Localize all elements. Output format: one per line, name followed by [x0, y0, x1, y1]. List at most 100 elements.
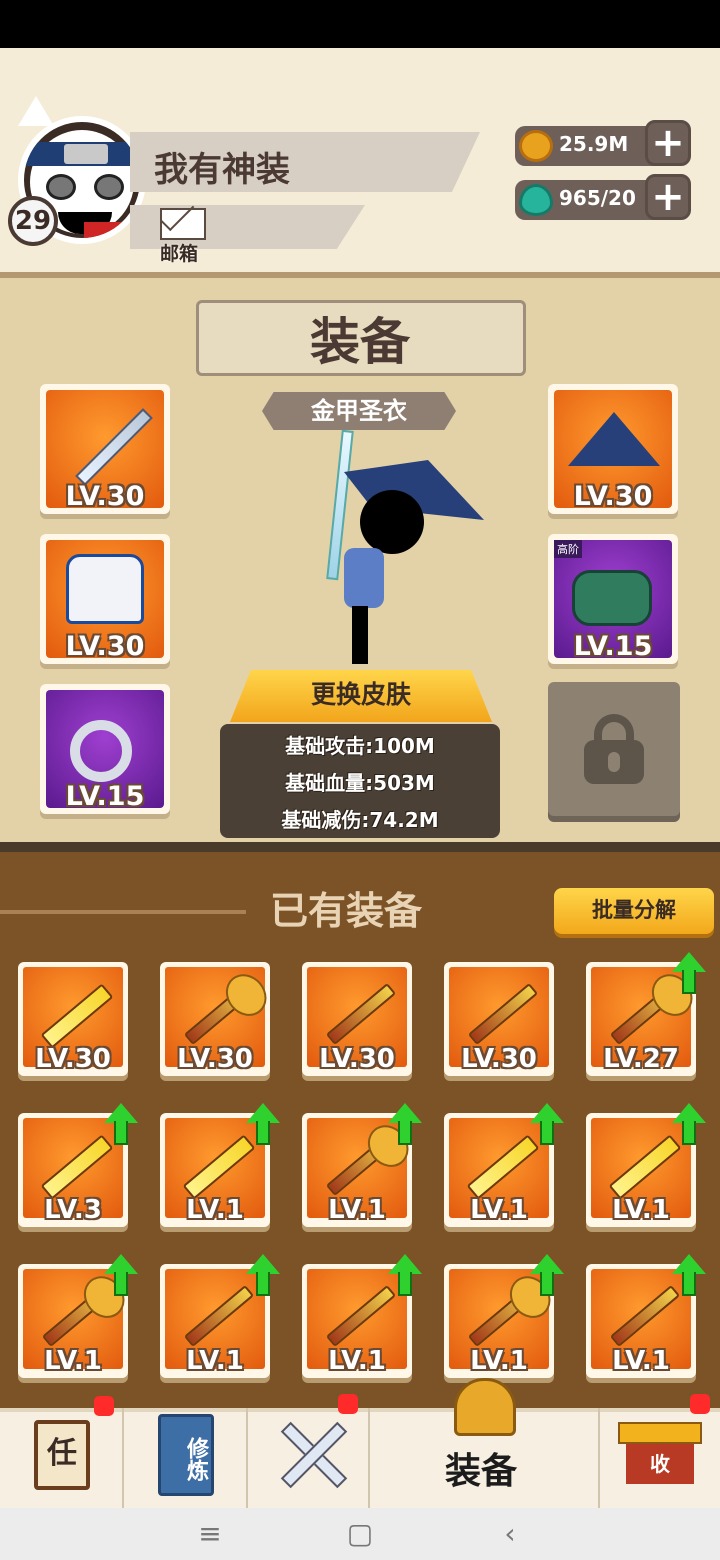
inventory-item[interactable]: LV.30: [302, 962, 412, 1076]
ring-icon: [70, 720, 132, 782]
add-gem-button[interactable]: +: [645, 174, 691, 220]
equipment-title: 装备: [310, 313, 410, 371]
item-level: LV.30: [461, 1044, 537, 1074]
nav-collect[interactable]: 收: [600, 1408, 720, 1508]
item-level: LV.1: [470, 1346, 528, 1376]
inventory-item[interactable]: LV.1: [302, 1103, 422, 1227]
ring-level: LV.15: [65, 781, 145, 812]
sword-icon: [75, 408, 153, 486]
nav-equipment-label: 装备: [445, 1451, 518, 1492]
inventory-item[interactable]: LV.1: [586, 1254, 706, 1378]
stat-damage-reduction: 基础减伤:74.2M: [281, 808, 439, 832]
bracer-icon: [572, 570, 652, 626]
item-level: LV.30: [35, 1044, 111, 1074]
skin-name: 金甲圣衣: [311, 397, 407, 425]
saber-icon: [466, 1134, 540, 1200]
inventory-item[interactable]: LV.1: [444, 1254, 564, 1378]
armor-slot[interactable]: LV.30: [40, 534, 170, 664]
upgrade-arrow-icon: [672, 1254, 706, 1298]
collect-icon: 收: [626, 1444, 694, 1484]
stat-hp: 基础血量:503M: [285, 771, 435, 795]
upgrade-arrow-icon: [246, 1254, 280, 1298]
divider: [0, 910, 246, 914]
inventory-item[interactable]: LV.1: [160, 1103, 280, 1227]
menu-icon[interactable]: ≡: [190, 1516, 230, 1552]
upgrade-arrow-icon: [246, 1103, 280, 1147]
change-skin-label: 更换皮肤: [310, 680, 411, 709]
high-tier-tag: 高阶: [554, 540, 582, 558]
item-level: LV.1: [612, 1346, 670, 1376]
inventory-item[interactable]: LV.1: [18, 1254, 138, 1378]
hat-slot[interactable]: LV.30: [548, 384, 678, 514]
add-gold-button[interactable]: +: [645, 120, 691, 166]
armor-icon: [66, 554, 144, 624]
upgrade-arrow-icon: [388, 1254, 422, 1298]
lock-icon: [584, 714, 644, 784]
inventory-item[interactable]: LV.1: [302, 1254, 422, 1378]
armor-level: LV.30: [65, 631, 145, 662]
hair-tuft: [18, 96, 54, 126]
item-level: LV.1: [186, 1195, 244, 1225]
item-level: LV.1: [44, 1346, 102, 1376]
weapon-level: LV.30: [65, 481, 145, 512]
inventory-item[interactable]: LV.30: [160, 962, 270, 1076]
upgrade-arrow-icon: [530, 1254, 564, 1298]
nav-tasks[interactable]: 任: [0, 1408, 124, 1508]
inventory-item[interactable]: LV.1: [160, 1254, 280, 1378]
collect-notification-dot: [690, 1394, 710, 1414]
bulk-dismantle-label: 批量分解: [592, 898, 676, 922]
item-level: LV.1: [328, 1346, 386, 1376]
nav-battle[interactable]: [248, 1408, 370, 1508]
item-level: LV.1: [470, 1195, 528, 1225]
inventory-item[interactable]: LV.3: [18, 1103, 138, 1227]
mace-icon: [609, 982, 681, 1046]
spear-icon: [325, 1284, 397, 1348]
inventory-item[interactable]: LV.1: [444, 1103, 564, 1227]
mace-icon: [325, 1133, 397, 1197]
hat-level: LV.30: [573, 481, 653, 512]
item-level: LV.27: [603, 1044, 679, 1074]
saber-icon: [40, 1134, 114, 1200]
gold-counter: 25.9M +: [515, 120, 691, 166]
hero-character: [320, 429, 484, 670]
nav-cultivate[interactable]: 修炼: [124, 1408, 248, 1508]
battle-notification-dot: [338, 1394, 358, 1414]
inventory-item[interactable]: LV.1: [586, 1103, 706, 1227]
straw-hat-icon: [568, 412, 660, 466]
mace-icon: [41, 1284, 113, 1348]
bracer-level: LV.15: [573, 631, 653, 662]
item-level: LV.1: [328, 1195, 386, 1225]
spear-icon: [467, 982, 539, 1046]
upgrade-arrow-icon: [104, 1254, 138, 1298]
weapon-slot[interactable]: LV.30: [40, 384, 170, 514]
item-level: LV.3: [44, 1195, 102, 1225]
mace-icon: [467, 1284, 539, 1348]
shop-roof-icon: [618, 1422, 702, 1444]
upgrade-arrow-icon: [530, 1103, 564, 1147]
bracer-slot[interactable]: 高阶 LV.15: [548, 534, 678, 664]
upgrade-arrow-icon: [388, 1103, 422, 1147]
player-name: 我有神装: [154, 150, 290, 190]
saber-icon: [40, 983, 114, 1049]
back-icon[interactable]: ‹: [490, 1516, 530, 1552]
ring-slot[interactable]: LV.15: [40, 684, 170, 814]
staff-icon: [325, 982, 397, 1046]
inventory-item[interactable]: LV.27: [586, 952, 706, 1076]
gem-counter: 965/20 +: [515, 174, 691, 220]
book-icon: 修炼: [158, 1414, 214, 1496]
spear-icon: [609, 1284, 681, 1348]
upgrade-arrow-icon: [672, 1103, 706, 1147]
locked-slot[interactable]: [548, 682, 680, 816]
item-level: LV.1: [186, 1346, 244, 1376]
inventory-title: 已有装备: [270, 889, 423, 933]
gem-icon: [519, 184, 553, 216]
spear-icon: [183, 1284, 255, 1348]
home-icon[interactable]: ▢: [340, 1516, 380, 1552]
mailbox-button[interactable]: 邮箱: [156, 206, 210, 265]
saber-icon: [608, 1134, 682, 1200]
inventory-item[interactable]: LV.30: [444, 962, 554, 1076]
inventory-item[interactable]: LV.30: [18, 962, 128, 1076]
item-level: LV.30: [319, 1044, 395, 1074]
gold-value: 25.9M: [559, 132, 629, 156]
mailbox-label: 邮箱: [160, 243, 199, 265]
